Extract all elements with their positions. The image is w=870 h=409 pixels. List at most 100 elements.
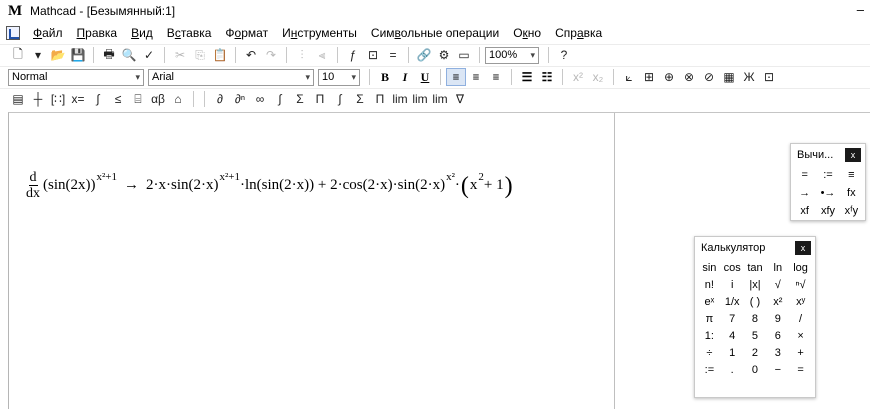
- calculator-button[interactable]: 2: [744, 344, 767, 361]
- evaluation-toolbar-icon[interactable]: ⊕: [659, 68, 679, 86]
- calculator-button[interactable]: 3: [766, 344, 789, 361]
- calculator-button[interactable]: √: [766, 276, 789, 293]
- spell-check-icon[interactable]: ✓: [139, 46, 159, 64]
- print-icon[interactable]: 🖶: [99, 46, 119, 64]
- calculator-button[interactable]: x²: [766, 293, 789, 310]
- calculator-button[interactable]: 9: [766, 310, 789, 327]
- definite-integral-icon[interactable]: ∫: [270, 90, 290, 108]
- menu-file[interactable]: Файл: [26, 26, 70, 40]
- indefinite-integral-icon[interactable]: ∫: [330, 90, 350, 108]
- evaluation-palette-titlebar[interactable]: Вычи... x: [791, 144, 865, 166]
- calculator-button[interactable]: n!: [698, 276, 721, 293]
- align-left-icon[interactable]: ≡: [446, 68, 466, 86]
- greek-toolbar-icon[interactable]: Ж: [739, 68, 759, 86]
- menu-symbolics[interactable]: Символьные операции: [364, 26, 506, 40]
- calculator-button[interactable]: 0: [744, 361, 767, 378]
- boolean-palette-icon[interactable]: ≤: [108, 90, 128, 108]
- calculator-button[interactable]: tan: [744, 259, 767, 276]
- vector-calculus-icon[interactable]: ∇: [450, 90, 470, 108]
- matrix-toolbar-icon[interactable]: ⊞: [639, 68, 659, 86]
- save-icon[interactable]: 💾: [68, 46, 88, 64]
- calculator-button[interactable]: i: [721, 276, 744, 293]
- document-icon[interactable]: [6, 25, 20, 40]
- eval-button[interactable]: xfy: [816, 202, 839, 220]
- limit-icon[interactable]: lim: [390, 90, 410, 108]
- eval-button[interactable]: xf: [793, 202, 816, 220]
- menu-view[interactable]: Вид: [124, 26, 160, 40]
- product-icon[interactable]: Π: [310, 90, 330, 108]
- subscript-icon[interactable]: x₂: [588, 68, 608, 86]
- calculator-toolbar-icon[interactable]: ▤: [8, 90, 28, 108]
- calculator-button[interactable]: ÷: [698, 344, 721, 361]
- menu-edit[interactable]: Правка: [70, 26, 125, 40]
- minimize-button[interactable]: –: [857, 2, 864, 17]
- calculate-icon[interactable]: =: [383, 46, 403, 64]
- menu-tools[interactable]: Инструменты: [275, 26, 364, 40]
- calculator-button[interactable]: 6: [766, 327, 789, 344]
- insert-function-icon[interactable]: ƒ: [343, 46, 363, 64]
- greek-palette-icon[interactable]: αβ: [148, 90, 168, 108]
- nth-derivative-icon[interactable]: ∂ⁿ: [230, 90, 250, 108]
- graph-palette-icon[interactable]: ┼: [28, 90, 48, 108]
- calculator-button[interactable]: ⁿ√: [789, 276, 812, 293]
- eval-button[interactable]: fx: [840, 184, 863, 202]
- calculator-palette-titlebar[interactable]: Калькулятор x: [695, 237, 815, 259]
- underline-button[interactable]: U: [415, 68, 435, 86]
- range-product-icon[interactable]: Π: [370, 90, 390, 108]
- align-across-icon[interactable]: ⫶: [292, 46, 312, 64]
- calculator-button[interactable]: eˣ: [698, 293, 721, 310]
- new-dropdown-icon[interactable]: ▾: [28, 46, 48, 64]
- bold-button[interactable]: B: [375, 68, 395, 86]
- style-select[interactable]: Normal ▾: [8, 68, 144, 86]
- help-icon[interactable]: ?: [554, 46, 574, 64]
- calculator-button[interactable]: +: [789, 344, 812, 361]
- align-center-icon[interactable]: ≡: [466, 68, 486, 86]
- open-folder-icon[interactable]: 📂: [48, 46, 68, 64]
- insert-unit-icon[interactable]: ⊡: [363, 46, 383, 64]
- bullet-list-icon[interactable]: ☰: [517, 68, 537, 86]
- evaluation-palette-icon[interactable]: x=: [68, 90, 88, 108]
- calculus-toolbar-icon[interactable]: ⊗: [679, 68, 699, 86]
- calculator-button[interactable]: sin: [698, 259, 721, 276]
- align-down-icon[interactable]: ⫷: [312, 46, 332, 64]
- menu-format[interactable]: Формат: [218, 26, 275, 40]
- derivative-expression[interactable]: d dx (sin(2x)) x²+1 → 2·x·sin(2·x) x²+1 …: [26, 170, 514, 201]
- print-preview-icon[interactable]: 🔍: [119, 46, 139, 64]
- menu-help[interactable]: Справка: [548, 26, 609, 40]
- calculator-button[interactable]: =: [789, 361, 812, 378]
- close-icon[interactable]: x: [845, 148, 861, 162]
- calculator-button[interactable]: /: [789, 310, 812, 327]
- calculator-button[interactable]: 1:: [698, 327, 721, 344]
- symbolic-palette-icon[interactable]: ⌂: [168, 90, 188, 108]
- calculator-button[interactable]: 8: [744, 310, 767, 327]
- calculator-button[interactable]: log: [789, 259, 812, 276]
- graph-toolbar-icon[interactable]: ⟀: [619, 68, 639, 86]
- left-limit-icon[interactable]: lim: [430, 90, 450, 108]
- italic-button[interactable]: I: [395, 68, 415, 86]
- resource-center-icon[interactable]: ▭: [454, 46, 474, 64]
- calculator-button[interactable]: 1: [721, 344, 744, 361]
- calculator-button[interactable]: 5: [744, 327, 767, 344]
- numbered-list-icon[interactable]: ☷: [537, 68, 557, 86]
- copy-icon[interactable]: ⎘: [190, 46, 210, 64]
- calculator-button[interactable]: cos: [721, 259, 744, 276]
- font-size-select[interactable]: 10 ▾: [318, 68, 360, 86]
- redo-icon[interactable]: ↷: [261, 46, 281, 64]
- eval-button[interactable]: ≡: [840, 166, 863, 184]
- range-sum-icon[interactable]: Σ: [350, 90, 370, 108]
- right-limit-icon[interactable]: lim: [410, 90, 430, 108]
- programming-palette-icon[interactable]: ⌸: [128, 90, 148, 108]
- new-document-icon[interactable]: 🗋: [8, 46, 28, 64]
- calculator-button[interactable]: |x|: [744, 276, 767, 293]
- insert-hyperlink-icon[interactable]: 🔗: [414, 46, 434, 64]
- eval-button[interactable]: →: [793, 184, 816, 202]
- derivative-icon[interactable]: ∂: [210, 90, 230, 108]
- paste-icon[interactable]: 📋: [210, 46, 230, 64]
- calculator-button[interactable]: 4: [721, 327, 744, 344]
- programming-toolbar-icon[interactable]: ▦: [719, 68, 739, 86]
- align-right-icon[interactable]: ≡: [486, 68, 506, 86]
- calculator-button[interactable]: ( ): [744, 293, 767, 310]
- infinity-icon[interactable]: ∞: [250, 90, 270, 108]
- calculator-button[interactable]: 7: [721, 310, 744, 327]
- boolean-toolbar-icon[interactable]: ⊘: [699, 68, 719, 86]
